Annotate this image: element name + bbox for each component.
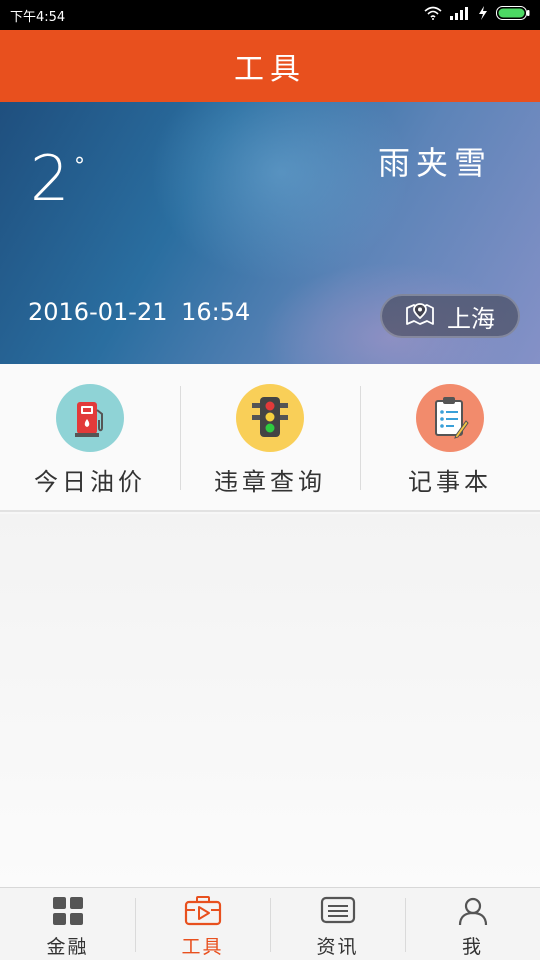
temperature-unit: ° <box>74 154 85 179</box>
tab-news[interactable]: 资讯 <box>270 888 405 960</box>
grid-icon <box>52 896 84 930</box>
map-pin-icon <box>405 300 435 332</box>
location-button[interactable]: 上海 <box>380 294 520 338</box>
charging-icon <box>478 6 488 24</box>
status-time: 下午4:54 <box>10 9 66 25</box>
temperature-value: 2 <box>30 142 70 215</box>
toolbox-icon <box>184 896 222 930</box>
tool-label: 违章查询 <box>214 468 326 496</box>
tool-label: 记事本 <box>408 468 492 496</box>
weather-condition: 雨夹雪 <box>377 144 492 182</box>
tab-label: 工具 <box>181 936 224 958</box>
weather-card: 2 ° 雨夹雪 2016-01-21 16:54 上海 <box>0 102 540 364</box>
weather-datetime: 2016-01-21 16:54 <box>28 298 250 326</box>
tab-label: 金融 <box>46 936 89 958</box>
fuel-pump-icon <box>56 384 124 452</box>
content-area <box>0 514 540 887</box>
app-header: 工具 <box>0 30 540 102</box>
tools-grid: 今日油价 违章查询 记事本 <box>0 364 540 512</box>
tool-traffic-violation[interactable]: 违章查询 <box>180 364 360 510</box>
bottom-tab-bar: 金融 工具 资讯 我 <box>0 887 540 960</box>
wifi-icon <box>424 6 442 24</box>
status-icons <box>424 6 530 24</box>
weather-date: 2016-01-21 <box>28 298 168 326</box>
tab-me[interactable]: 我 <box>405 888 540 960</box>
clipboard-icon <box>416 384 484 452</box>
tab-label: 资讯 <box>316 936 359 958</box>
traffic-light-icon <box>236 384 304 452</box>
page-title: 工具 <box>234 52 306 87</box>
news-icon <box>320 896 356 930</box>
tab-label: 我 <box>461 936 483 958</box>
location-label: 上海 <box>447 304 495 333</box>
user-icon <box>457 896 489 930</box>
battery-icon <box>496 6 530 24</box>
weather-time: 16:54 <box>181 298 251 326</box>
tool-notepad[interactable]: 记事本 <box>360 364 540 510</box>
tab-tools[interactable]: 工具 <box>135 888 270 960</box>
status-bar: 下午4:54 <box>0 0 540 30</box>
signal-icon <box>450 6 470 24</box>
tool-label: 今日油价 <box>34 468 146 496</box>
tab-finance[interactable]: 金融 <box>0 888 135 960</box>
tool-fuel-price[interactable]: 今日油价 <box>0 364 180 510</box>
